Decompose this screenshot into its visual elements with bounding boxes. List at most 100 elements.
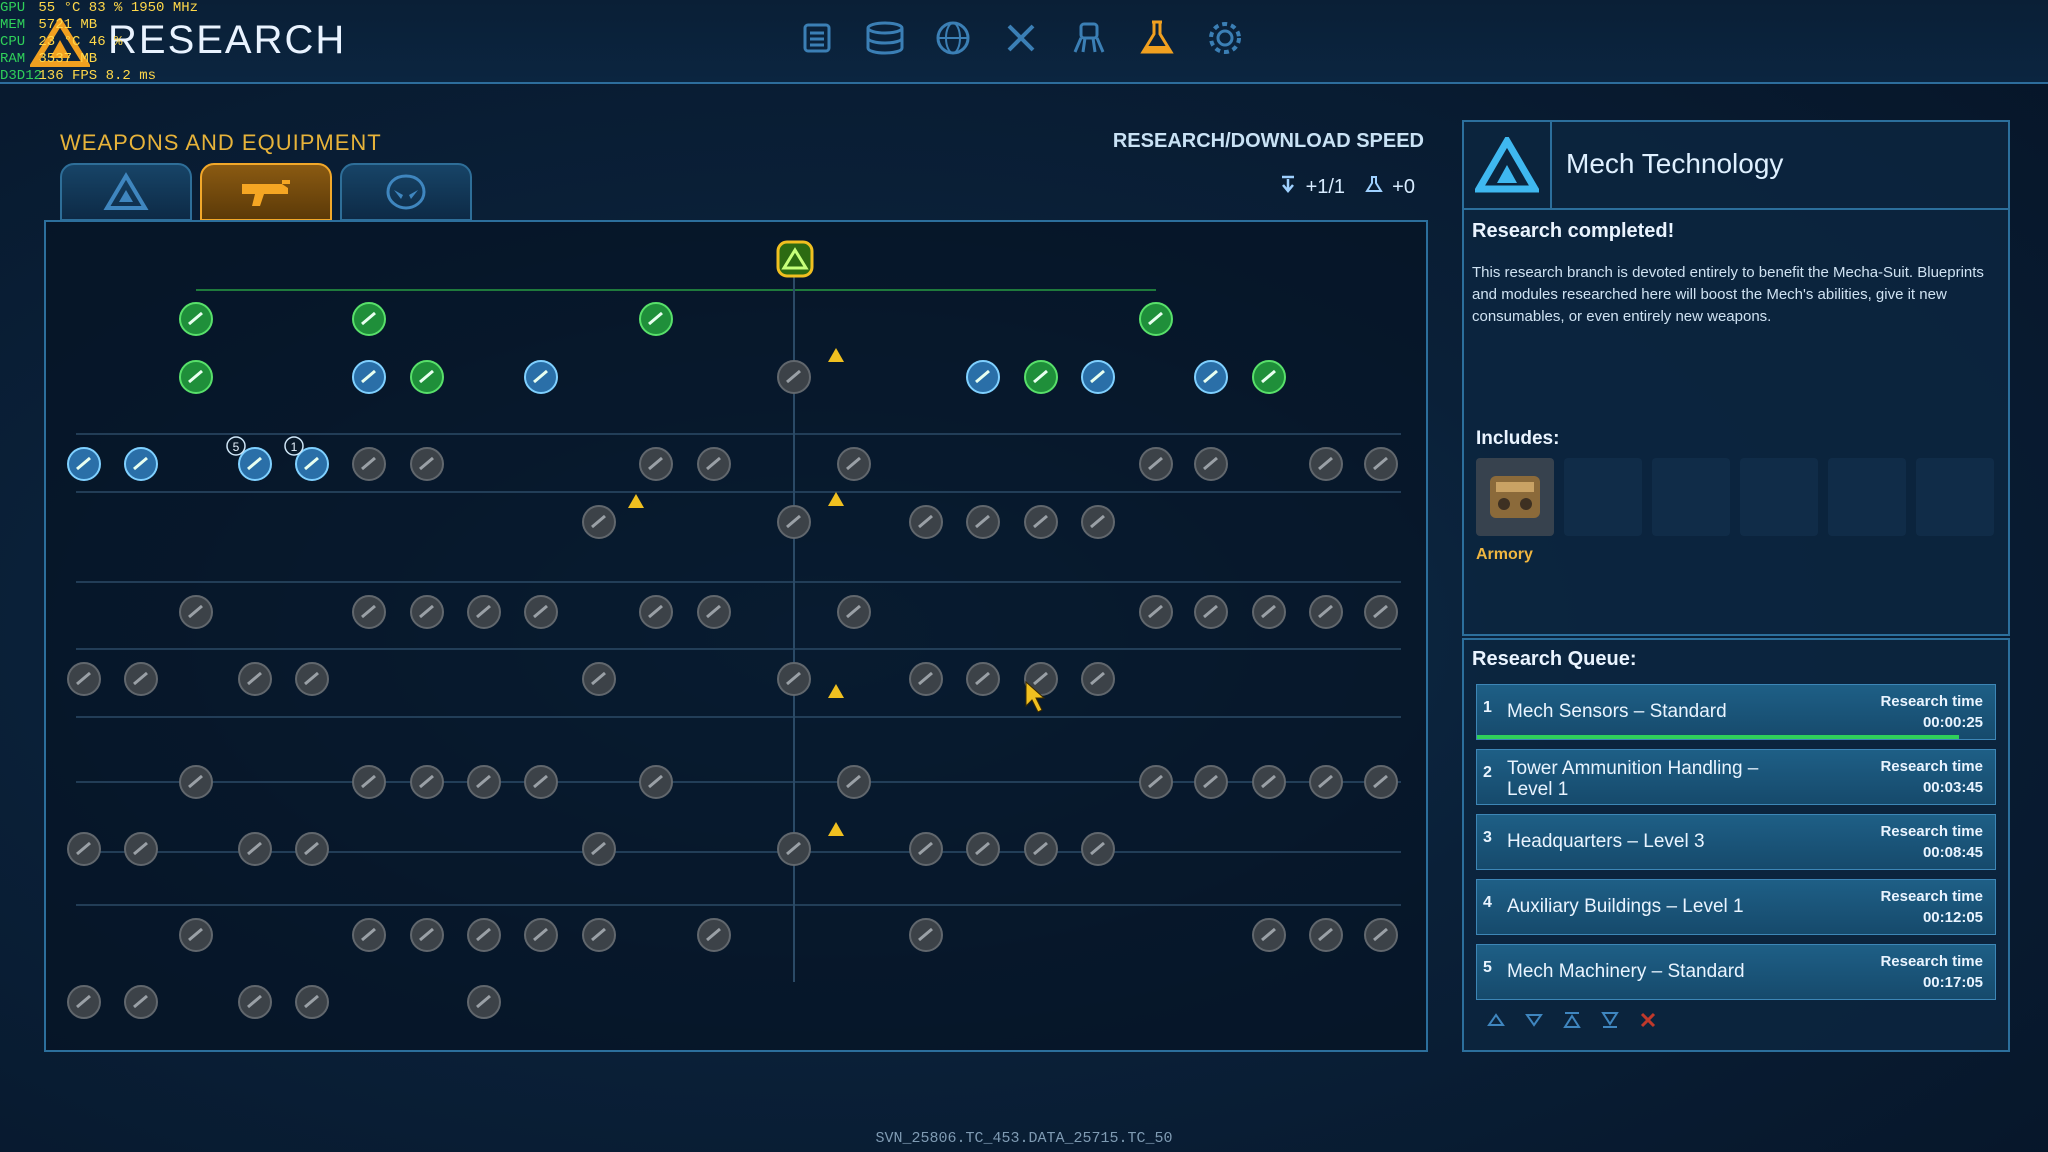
queue-item[interactable]: 3 Headquarters – Level 3 Research time 00… [1476, 814, 1996, 870]
research-node-locked[interactable] [124, 662, 158, 696]
research-node[interactable] [1252, 360, 1286, 394]
research-node-locked[interactable] [582, 505, 616, 539]
research-node-locked[interactable] [1364, 447, 1398, 481]
tab-mech[interactable] [60, 163, 192, 221]
move-top-icon[interactable] [1562, 1010, 1582, 1030]
research-node-locked[interactable] [467, 595, 501, 629]
research-node-locked[interactable] [1024, 832, 1058, 866]
research-node-locked[interactable] [1024, 505, 1058, 539]
research-node-locked[interactable] [582, 918, 616, 952]
mech-icon[interactable] [1067, 16, 1111, 60]
research-node[interactable] [238, 447, 272, 481]
research-node-locked[interactable] [410, 595, 444, 629]
research-node-locked[interactable] [966, 505, 1000, 539]
research-node[interactable] [124, 447, 158, 481]
research-node-locked[interactable] [1364, 595, 1398, 629]
research-node-locked[interactable] [1309, 765, 1343, 799]
research-node-locked[interactable] [467, 985, 501, 1019]
queue-item[interactable]: 4 Auxiliary Buildings – Level 1 Research… [1476, 879, 1996, 935]
research-node-locked[interactable] [909, 662, 943, 696]
research-node[interactable] [410, 360, 444, 394]
move-up-icon[interactable] [1486, 1010, 1506, 1030]
research-node[interactable] [1024, 360, 1058, 394]
research-node-locked[interactable] [179, 918, 213, 952]
research-node-completed[interactable] [639, 302, 673, 336]
research-node-locked[interactable] [697, 918, 731, 952]
research-node-locked[interactable] [966, 662, 1000, 696]
research-node-locked[interactable] [966, 832, 1000, 866]
research-node-locked[interactable] [697, 595, 731, 629]
research-node-locked[interactable] [909, 832, 943, 866]
research-node-locked[interactable] [295, 662, 329, 696]
research-node[interactable] [179, 360, 213, 394]
research-node-locked[interactable] [1252, 595, 1286, 629]
research-node-locked[interactable] [524, 595, 558, 629]
research-node-locked[interactable] [124, 985, 158, 1019]
research-node-locked[interactable] [1139, 595, 1173, 629]
research-node-locked[interactable] [837, 765, 871, 799]
research-node-locked[interactable] [67, 832, 101, 866]
tab-alien[interactable] [340, 163, 472, 221]
research-node-locked[interactable] [1139, 447, 1173, 481]
move-down-icon[interactable] [1524, 1010, 1544, 1030]
research-node-locked[interactable] [1081, 505, 1115, 539]
research-node-locked[interactable] [1309, 595, 1343, 629]
research-node-locked[interactable] [1139, 765, 1173, 799]
research-node-locked[interactable] [582, 662, 616, 696]
research-node-completed[interactable] [179, 302, 213, 336]
research-node-locked[interactable] [1309, 918, 1343, 952]
queue-item[interactable]: 1 Mech Sensors – Standard Research time 0… [1476, 684, 1996, 740]
research-node-locked[interactable] [1194, 595, 1228, 629]
research-node-locked[interactable] [1364, 765, 1398, 799]
research-node-locked[interactable] [697, 447, 731, 481]
research-node[interactable] [352, 360, 386, 394]
research-node-locked[interactable] [352, 765, 386, 799]
research-node-locked[interactable] [639, 765, 673, 799]
research-node-locked[interactable] [1194, 765, 1228, 799]
research-node-locked[interactable] [1252, 765, 1286, 799]
research-node-locked[interactable] [909, 505, 943, 539]
gear-icon[interactable] [1203, 16, 1247, 60]
research-node-locked[interactable] [352, 918, 386, 952]
research-node-locked[interactable] [1252, 918, 1286, 952]
research-node-locked[interactable] [582, 832, 616, 866]
research-node-completed[interactable] [1139, 302, 1173, 336]
research-node-locked[interactable] [639, 595, 673, 629]
database-icon[interactable] [863, 16, 907, 60]
research-node-locked[interactable] [352, 447, 386, 481]
research-node-locked[interactable] [777, 505, 811, 539]
root-node-mech-technology[interactable] [776, 240, 814, 278]
research-node-locked[interactable] [777, 662, 811, 696]
research-node-locked[interactable] [1081, 662, 1115, 696]
remove-icon[interactable] [1638, 1010, 1658, 1030]
research-node-locked[interactable] [179, 595, 213, 629]
list-icon[interactable] [795, 16, 839, 60]
research-node-locked[interactable] [467, 918, 501, 952]
research-node-locked[interactable] [67, 662, 101, 696]
research-node-locked[interactable] [410, 918, 444, 952]
research-node-locked[interactable] [1309, 447, 1343, 481]
research-node-locked[interactable] [837, 595, 871, 629]
research-node-locked[interactable] [467, 765, 501, 799]
research-node[interactable] [966, 360, 1000, 394]
research-node-locked[interactable] [238, 832, 272, 866]
research-node-locked[interactable] [295, 832, 329, 866]
globe-icon[interactable] [931, 16, 975, 60]
research-node-locked[interactable] [124, 832, 158, 866]
armory-slot[interactable] [1476, 458, 1554, 536]
research-node[interactable] [1194, 360, 1228, 394]
research-node-locked[interactable] [639, 447, 673, 481]
research-node-locked[interactable] [909, 918, 943, 952]
queue-item[interactable]: 2 Tower Ammunition Handling – Level 1 Re… [1476, 749, 1996, 805]
research-node-locked[interactable] [179, 765, 213, 799]
queue-item[interactable]: 5 Mech Machinery – Standard Research tim… [1476, 944, 1996, 1000]
research-node-locked[interactable] [238, 985, 272, 1019]
move-bottom-icon[interactable] [1600, 1010, 1620, 1030]
flask-icon[interactable] [1135, 16, 1179, 60]
research-node-completed[interactable] [352, 302, 386, 336]
research-node[interactable] [67, 447, 101, 481]
research-node-locked[interactable] [777, 832, 811, 866]
research-node-locked[interactable] [238, 662, 272, 696]
research-node-locked[interactable] [352, 595, 386, 629]
research-node-locked[interactable] [410, 765, 444, 799]
